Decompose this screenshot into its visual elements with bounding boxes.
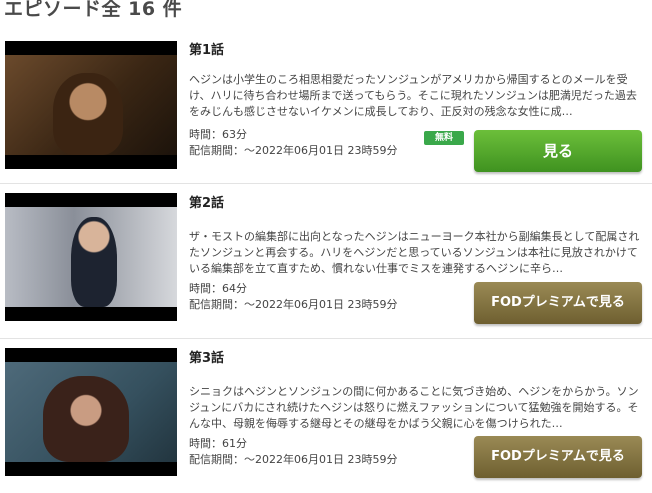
thumbnail-scene: [5, 55, 177, 155]
episode-count-heading: エピソード全 16 件: [4, 0, 183, 20]
premium-watch-button[interactable]: FODプレミアムで見る: [474, 436, 642, 478]
episode-duration: 時間：63分: [189, 128, 247, 141]
thumbnail-figure: [71, 217, 117, 307]
episode-item-1: 第1話 ヘジンは小学生のころ相思相愛だったソンジュンがアメリカから帰国するとのメ…: [0, 34, 652, 184]
thumbnail-scene: [5, 362, 177, 462]
episode-description: ザ・モストの編集部に出向となったヘジンはニューヨーク本社から副編集長として配属さ…: [189, 230, 640, 275]
thumbnail-scene: [5, 207, 177, 307]
episode-thumbnail[interactable]: [5, 193, 177, 321]
episode-title[interactable]: 第2話: [189, 192, 224, 211]
episode-thumbnail[interactable]: [5, 41, 177, 169]
premium-watch-button[interactable]: FODプレミアムで見る: [474, 282, 642, 324]
episode-duration: 時間：64分: [189, 282, 247, 295]
episode-period: 配信期間：～2022年06月01日 23時59分: [189, 144, 398, 157]
thumbnail-figure: [43, 376, 129, 462]
episode-thumbnail[interactable]: [5, 348, 177, 476]
thumbnail-figure: [53, 73, 123, 155]
episode-item-2: 第2話 ザ・モストの編集部に出向となったヘジンはニューヨーク本社から副編集長とし…: [0, 185, 652, 339]
episode-meta: 時間：63分 配信期間：～2022年06月01日 23時59分: [189, 127, 397, 159]
episode-period: 配信期間：～2022年06月01日 23時59分: [189, 453, 398, 466]
episode-period: 配信期間：～2022年06月01日 23時59分: [189, 298, 398, 311]
episode-description: シニョクはヘジンとソンジュンの間に何かあることに気づき始め、ヘジンをからかう。ソ…: [189, 385, 639, 430]
free-badge: 無料: [424, 131, 464, 145]
episode-item-3: 第3話 シニョクはヘジンとソンジュンの間に何かあることに気づき始め、ヘジンをから…: [0, 340, 652, 493]
episode-title[interactable]: 第1話: [189, 39, 224, 58]
episode-meta: 時間：61分 配信期間：～2022年06月01日 23時59分: [189, 436, 397, 468]
episode-title[interactable]: 第3話: [189, 347, 224, 366]
episode-meta: 時間：64分 配信期間：～2022年06月01日 23時59分: [189, 281, 397, 313]
watch-button[interactable]: 見る: [474, 130, 642, 172]
episode-duration: 時間：61分: [189, 437, 247, 450]
episode-description: ヘジンは小学生のころ相思相愛だったソンジュンがアメリカから帰国するとのメールを受…: [189, 73, 637, 118]
